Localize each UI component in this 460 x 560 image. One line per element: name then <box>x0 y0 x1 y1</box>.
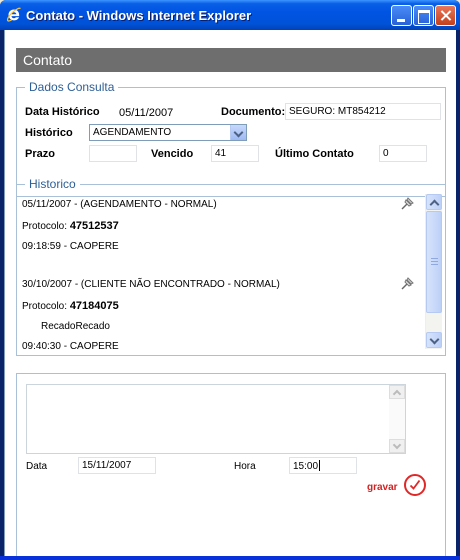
dados-consulta-fieldset: Dados Consulta Data Histórico 05/11/2007… <box>16 80 446 197</box>
page-title: Contato <box>16 48 446 72</box>
novo-contato-fieldset: Data 15/11/2007 Hora 15:00 gravar <box>16 373 446 559</box>
historico-fieldset: Historico 05/11/2007 - (AGENDAMENTO - NO… <box>16 177 446 356</box>
vencido-label: Vencido <box>151 148 194 160</box>
hora-value: 15:00 <box>293 461 319 472</box>
ultimo-contato-label: Último Contato <box>275 148 354 160</box>
scroll-up-button[interactable] <box>426 194 442 210</box>
historico-select-value: AGENDAMENTO <box>93 127 172 138</box>
protocol-value: 47184075 <box>69 300 119 312</box>
data-historico-label: Data Histórico <box>25 106 100 118</box>
prazo-label: Prazo <box>25 148 55 160</box>
chevron-down-icon[interactable] <box>230 125 246 140</box>
data-historico-value: 05/11/2007 <box>119 107 174 119</box>
gravar-button[interactable] <box>404 474 426 496</box>
window-title: Contato - Windows Internet Explorer <box>26 8 252 23</box>
protocol-label: Protocolo: <box>22 221 68 232</box>
pin-icon[interactable] <box>399 276 415 292</box>
dados-consulta-legend: Dados Consulta <box>25 80 119 94</box>
protocol-label: Protocolo: <box>22 301 68 312</box>
text-cursor <box>319 460 321 471</box>
hora-field[interactable]: 15:00 <box>289 457 357 474</box>
scroll-down-button[interactable] <box>389 439 405 453</box>
textarea-scrollbar[interactable] <box>389 385 405 453</box>
title-bar[interactable]: Contato - Windows Internet Explorer <box>0 0 460 30</box>
close-button[interactable] <box>435 5 456 26</box>
scroll-down-button[interactable] <box>426 332 442 348</box>
pin-icon[interactable] <box>399 196 415 212</box>
minimize-button[interactable] <box>391 5 412 26</box>
observacao-textarea[interactable] <box>26 384 406 454</box>
documento-label: Documento: <box>221 106 286 118</box>
historico-legend: Historico <box>25 177 80 191</box>
hora-label: Hora <box>234 461 256 472</box>
protocol-value: 47512537 <box>69 220 119 232</box>
historico-scrollbar[interactable] <box>425 194 442 349</box>
historico-list: 05/11/2007 - (AGENDAMENTO - NORMAL) Prot… <box>22 194 420 349</box>
historico-label: Histórico <box>25 127 73 139</box>
scroll-thumb[interactable] <box>426 211 442 313</box>
gravar-label[interactable]: gravar <box>367 482 398 493</box>
entry-note: RecadoRecado <box>41 321 110 332</box>
entry-footer: 09:40:30 - CAOPERE <box>22 341 119 349</box>
window-frame-bottom <box>0 556 460 560</box>
entry-header: 30/10/2007 - (CLIENTE NÃO ENCONTRADO - N… <box>22 279 280 290</box>
data-field[interactable]: 15/11/2007 <box>78 457 156 474</box>
ie-icon <box>6 7 21 22</box>
checkmark-icon <box>409 479 421 490</box>
entry-header: 05/11/2007 - (AGENDAMENTO - NORMAL) <box>22 199 217 210</box>
page-content: Contato Dados Consulta Data Histórico 05… <box>4 30 456 559</box>
data-label: Data <box>26 461 48 472</box>
entry-footer: 09:18:59 - CAOPERE <box>22 241 119 252</box>
browser-window: Contato - Windows Internet Explorer Cont… <box>0 0 460 560</box>
maximize-button[interactable] <box>413 5 434 26</box>
documento-field[interactable]: SEGURO: MT854212 <box>285 103 441 120</box>
scroll-up-button[interactable] <box>389 385 405 399</box>
historico-select[interactable]: AGENDAMENTO <box>89 124 247 141</box>
prazo-field[interactable] <box>89 145 137 162</box>
ultimo-contato-field[interactable]: 0 <box>379 145 427 162</box>
vencido-field[interactable]: 41 <box>211 145 259 162</box>
